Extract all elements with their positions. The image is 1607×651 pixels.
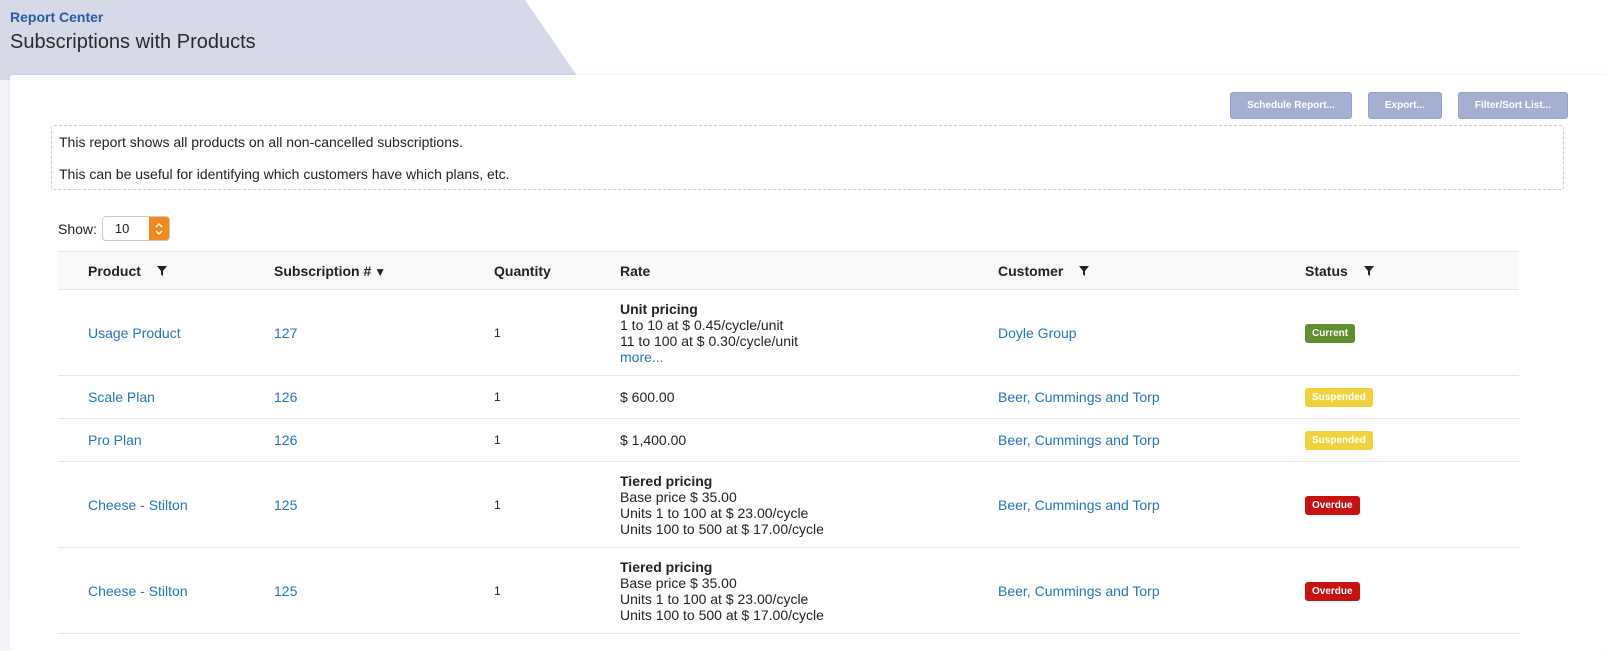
product-link[interactable]: Pro Plan <box>88 432 142 448</box>
customer-link[interactable]: Doyle Group <box>998 325 1077 341</box>
customer-link[interactable]: Beer, Cummings and Torp <box>998 389 1160 405</box>
sort-desc-icon[interactable]: ▼ <box>374 265 386 279</box>
breadcrumb-report-center[interactable]: Report Center <box>10 9 256 25</box>
rate-line: Units 100 to 500 at $ 17.00/cycle <box>620 520 824 537</box>
report-toolbar: Schedule Report... Export... Filter/Sort… <box>1230 92 1568 119</box>
table-row: Pro Plan 126 1 $ 1,400.00 Beer, Cummings… <box>58 418 1519 462</box>
table-row: Cheese - Stilton 125 1 Tiered pricing Ba… <box>58 547 1519 634</box>
rate-line: 1 to 10 at $ 0.45/cycle/unit <box>620 316 784 333</box>
rate-cell: Unit pricing 1 to 10 at $ 0.45/cycle/uni… <box>620 289 998 376</box>
column-label-status: Status <box>1305 262 1348 279</box>
description-line-1: This report shows all products on all no… <box>59 134 463 150</box>
schedule-report-button[interactable]: Schedule Report... <box>1230 92 1352 119</box>
quantity-cell: 1 <box>494 289 620 376</box>
filter-sort-list-button[interactable]: Filter/Sort List... <box>1457 92 1568 119</box>
column-header-customer[interactable]: Customer <box>998 251 1305 290</box>
report-panel: Schedule Report... Export... Filter/Sort… <box>10 75 1607 651</box>
table-header-row: Product Subscription # ▼ Quantity Rate Cu… <box>58 251 1519 290</box>
product-link[interactable]: Cheese - Stilton <box>88 583 188 599</box>
subscription-link[interactable]: 126 <box>274 389 297 405</box>
page-size-control: Show: 10 <box>58 216 170 241</box>
customer-link[interactable]: Beer, Cummings and Torp <box>998 497 1160 513</box>
show-label: Show: <box>58 220 97 237</box>
customer-link[interactable]: Beer, Cummings and Torp <box>998 583 1160 599</box>
status-badge: Suspended <box>1305 388 1373 407</box>
rate-more-link[interactable]: more... <box>620 349 664 365</box>
product-link[interactable]: Usage Product <box>88 325 181 341</box>
filter-icon[interactable] <box>1363 265 1374 276</box>
rate-line: Base price $ 35.00 <box>620 488 737 505</box>
page-edge <box>0 601 10 651</box>
customer-link[interactable]: Beer, Cummings and Torp <box>998 432 1160 448</box>
page-title: Subscriptions with Products <box>10 31 256 53</box>
column-label-product: Product <box>88 262 141 279</box>
report-description: This report shows all products on all no… <box>51 125 1564 190</box>
column-label-subscription: Subscription # <box>274 262 372 279</box>
column-header-status[interactable]: Status <box>1305 251 1519 290</box>
report-table: Product Subscription # ▼ Quantity Rate Cu… <box>58 251 1519 634</box>
export-button[interactable]: Export... <box>1367 92 1442 119</box>
table-row: Scale Plan 126 1 $ 600.00 Beer, Cummings… <box>58 375 1519 419</box>
quantity-cell: 1 <box>494 375 620 419</box>
status-badge: Current <box>1305 323 1356 343</box>
table-row: Usage Product 127 1 Unit pricing 1 to 10… <box>58 289 1519 376</box>
column-header-product[interactable]: Product <box>58 251 274 290</box>
column-header-quantity[interactable]: Quantity <box>494 251 620 290</box>
rate-title: Tiered pricing <box>620 472 713 489</box>
rate-cell: $ 1,400.00 <box>620 418 998 462</box>
product-link[interactable]: Scale Plan <box>88 389 155 405</box>
column-label-quantity: Quantity <box>494 262 551 279</box>
filter-icon[interactable] <box>1079 265 1090 276</box>
column-header-subscription[interactable]: Subscription # ▼ <box>274 251 494 290</box>
rate-title: Unit pricing <box>620 300 698 317</box>
subscription-link[interactable]: 125 <box>274 583 297 599</box>
rate-title: Tiered pricing <box>620 558 713 575</box>
rate-line: Units 1 to 100 at $ 23.00/cycle <box>620 504 809 521</box>
subscription-link[interactable]: 126 <box>274 432 297 448</box>
filter-icon[interactable] <box>156 265 167 276</box>
table-row: Cheese - Stilton 125 1 Tiered pricing Ba… <box>58 461 1519 548</box>
subscription-link[interactable]: 127 <box>274 325 297 341</box>
page-size-value: 10 <box>114 221 130 236</box>
quantity-cell: 1 <box>494 418 620 462</box>
rate-line: 11 to 100 at $ 0.30/cycle/unit <box>620 332 798 349</box>
subscription-link[interactable]: 125 <box>274 497 297 513</box>
status-badge: Overdue <box>1305 581 1360 601</box>
chevron-up-down-icon <box>155 222 163 235</box>
column-label-customer: Customer <box>998 262 1064 279</box>
rate-cell: Tiered pricing Base price $ 35.00 Units … <box>620 461 998 548</box>
description-line-2: This can be useful for identifying which… <box>59 166 510 182</box>
product-link[interactable]: Cheese - Stilton <box>88 497 188 513</box>
status-badge: Suspended <box>1305 431 1373 450</box>
status-badge: Overdue <box>1305 495 1360 515</box>
column-header-rate[interactable]: Rate <box>620 251 998 290</box>
select-stepper-icon[interactable] <box>148 217 169 240</box>
page-size-select[interactable]: 10 <box>101 216 170 241</box>
rate-line: Units 100 to 500 at $ 17.00/cycle <box>620 606 824 623</box>
quantity-cell: 1 <box>494 547 620 634</box>
rate-cell: Tiered pricing Base price $ 35.00 Units … <box>620 547 998 634</box>
rate-cell: $ 600.00 <box>620 375 998 419</box>
quantity-cell: 1 <box>494 461 620 548</box>
rate-line: Units 1 to 100 at $ 23.00/cycle <box>620 590 809 607</box>
page-header: Report Center Subscriptions with Product… <box>10 9 256 54</box>
column-label-rate: Rate <box>620 262 651 279</box>
rate-line: Base price $ 35.00 <box>620 574 737 591</box>
